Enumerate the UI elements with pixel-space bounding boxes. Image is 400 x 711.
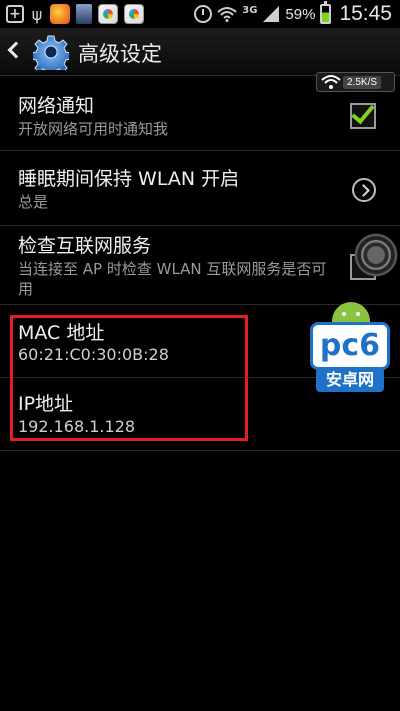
setting-keep-wlan-during-sleep[interactable]: 睡眠期间保持 WLAN 开启 总是: [0, 152, 400, 226]
status-bar-notifications: + ψ: [6, 3, 150, 25]
app-notification-icon: [50, 4, 70, 24]
battery-percent: 59%: [285, 5, 316, 23]
plus-icon: +: [6, 5, 24, 23]
watermark-tagline: 安卓网: [316, 368, 384, 392]
setting-network-notification[interactable]: 网络通知 开放网络可用时通知我: [0, 77, 400, 151]
setting-title: 检查互联网服务: [18, 235, 152, 257]
app-notification-icon: [124, 4, 144, 24]
pc6-watermark-logo: pc6 安卓网: [308, 302, 392, 394]
highlight-box: [10, 315, 248, 441]
checkmark-icon: [351, 99, 375, 125]
setting-subtitle: 当连接至 AP 时检查 WLAN 互联网服务是否可用: [18, 260, 327, 298]
alarm-icon: [194, 5, 213, 23]
network-type-label: 3G: [242, 4, 258, 16]
setting-check-internet-service[interactable]: 检查互联网服务 当连接至 AP 时检查 WLAN 互联网服务是否可用: [0, 227, 400, 305]
app-notification-icon: [76, 4, 92, 24]
chevron-left-icon: [7, 41, 25, 59]
app-notification-icon: [98, 4, 118, 24]
network-notification-checkbox[interactable]: [350, 99, 376, 129]
usb-icon: ψ: [31, 4, 43, 24]
page-title: 高级设定: [78, 42, 162, 66]
setting-subtitle: 开放网络可用时通知我: [18, 120, 169, 138]
setting-title: 睡眠期间保持 WLAN 开启: [18, 168, 240, 190]
watermark-brand: pc6: [310, 322, 390, 370]
back-button[interactable]: [0, 28, 76, 77]
status-bar: + ψ 3G 59% 15:45: [0, 0, 400, 28]
signal-icon: [262, 5, 280, 23]
battery-charging-icon: [320, 1, 332, 24]
setting-title: 网络通知: [18, 95, 95, 117]
status-bar-system: 3G 59% 15:45: [189, 1, 392, 26]
wifi-icon: [217, 6, 237, 22]
touch-indicator-icon: [354, 233, 398, 277]
setting-subtitle: 总是: [18, 193, 49, 211]
gear-icon: [30, 34, 72, 77]
chevron-right-icon[interactable]: [352, 178, 376, 202]
clock: 15:45: [339, 2, 392, 25]
action-bar: 高级设定: [0, 28, 400, 77]
